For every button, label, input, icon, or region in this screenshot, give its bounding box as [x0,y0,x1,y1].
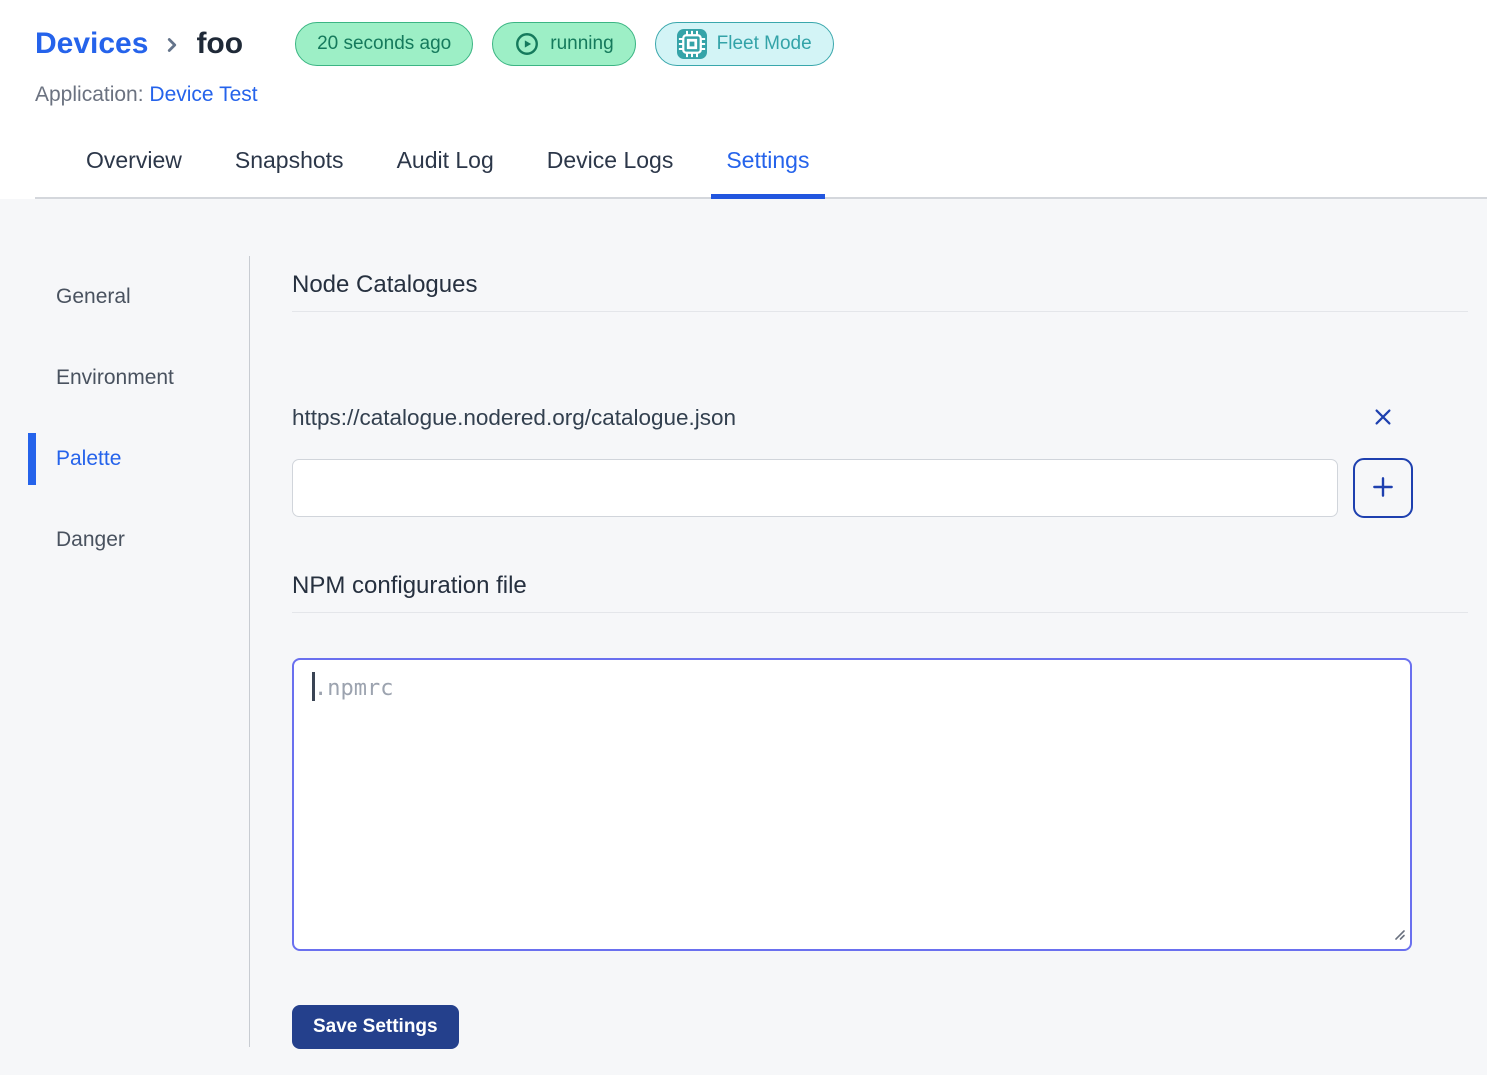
tab-device-logs[interactable]: Device Logs [547,147,674,197]
fleet-mode-badge: Fleet Mode [655,22,834,66]
page-header: Devices foo 20 seconds ago running [0,0,1487,199]
settings-sidebar: General Environment Palette Danger [0,199,250,1075]
breadcrumb-devices-link[interactable]: Devices [35,27,148,61]
palette-settings-content: Node Catalogues https://catalogue.nodere… [292,199,1468,1075]
tab-overview[interactable]: Overview [86,147,182,197]
add-catalogue-row [292,458,1413,518]
x-icon [1372,406,1394,431]
tab-settings[interactable]: Settings [726,147,809,197]
device-tabs: Overview Snapshots Audit Log Device Logs… [35,107,1487,199]
new-catalogue-input[interactable] [292,459,1338,517]
save-settings-button[interactable]: Save Settings [292,1005,459,1049]
remove-catalogue-button[interactable] [1353,406,1413,431]
npm-config-wrap [292,658,1412,956]
chip-icon [677,29,707,59]
chevron-right-icon [161,32,183,58]
text-caret [312,672,315,701]
plus-icon [1370,474,1396,503]
section-divider [292,612,1468,613]
resize-handle-icon[interactable] [1392,927,1406,946]
settings-main: General Environment Palette Danger Node … [0,199,1487,1075]
application-link[interactable]: Device Test [149,83,257,106]
last-seen-label: 20 seconds ago [317,33,451,55]
npm-config-textarea[interactable] [292,658,1412,951]
catalogue-url: https://catalogue.nodered.org/catalogue.… [292,405,736,431]
npm-config-title: NPM configuration file [292,572,1468,600]
sidebar-item-palette[interactable]: Palette [28,433,250,485]
breadcrumb-current-device: foo [196,27,243,61]
device-status-badge: running [492,22,635,66]
status-badges: 20 seconds ago running [295,22,834,66]
tab-audit-log[interactable]: Audit Log [397,147,494,197]
sidebar-item-environment[interactable]: Environment [28,352,250,404]
last-seen-badge: 20 seconds ago [295,22,473,66]
breadcrumb-row: Devices foo 20 seconds ago running [35,22,1487,66]
application-row: Application: Device Test [35,83,1487,107]
node-catalogues-title: Node Catalogues [292,271,1468,299]
catalogue-block: https://catalogue.nodered.org/catalogue.… [292,405,1413,518]
fleet-mode-label: Fleet Mode [717,33,812,55]
section-divider [292,311,1468,312]
sidebar-item-danger[interactable]: Danger [28,514,250,566]
breadcrumb: Devices foo [35,27,243,61]
play-circle-icon [514,31,540,57]
application-label: Application: [35,83,144,106]
device-status-label: running [550,33,613,55]
add-catalogue-button[interactable] [1353,458,1413,518]
catalogue-entry-row: https://catalogue.nodered.org/catalogue.… [292,405,1413,431]
sidebar-item-general[interactable]: General [28,271,250,323]
tab-snapshots[interactable]: Snapshots [235,147,344,197]
